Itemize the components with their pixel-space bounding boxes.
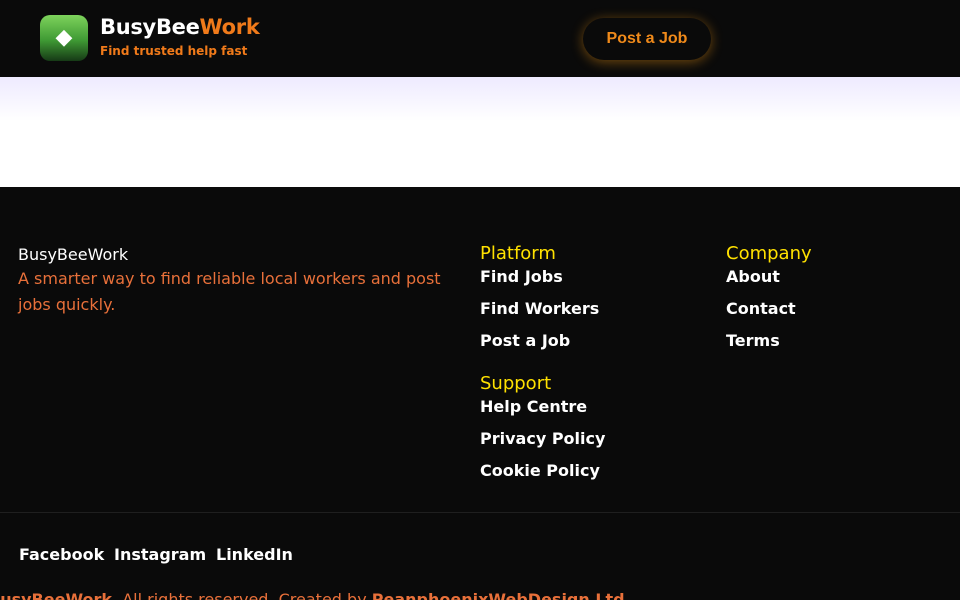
footer-heading-support: Support bbox=[480, 373, 552, 394]
footer-link-about[interactable]: About bbox=[726, 267, 780, 286]
logo[interactable]: ◆ bbox=[40, 15, 88, 61]
footer-divider bbox=[0, 512, 960, 513]
diamond-icon: ◆ bbox=[55, 25, 73, 50]
footer-link-terms[interactable]: Terms bbox=[726, 331, 780, 350]
footer-description: A smarter way to find reliable local wor… bbox=[18, 269, 441, 314]
footer-heading-platform: Platform bbox=[480, 243, 556, 264]
footer-link-contact[interactable]: Contact bbox=[726, 299, 796, 318]
top-bar: ◆ BusyBeeWork Find trusted help fast Pos… bbox=[0, 0, 960, 77]
brand-name[interactable]: BusyBeeWork bbox=[100, 15, 260, 39]
footer-link-find-jobs[interactable]: Find Jobs bbox=[480, 267, 563, 286]
footer-link-find-workers[interactable]: Find Workers bbox=[480, 299, 599, 318]
brand-name-primary: BusyBee bbox=[100, 15, 200, 39]
copyright-text: . All rights reserved. Created by bbox=[112, 590, 372, 600]
creator-link[interactable]: PeanphoenixWebDesign Ltd bbox=[372, 590, 625, 600]
footer-link-post-a-job[interactable]: Post a Job bbox=[480, 331, 570, 350]
copyright-brand: BusyBeeWork bbox=[0, 590, 113, 600]
social-link-facebook[interactable]: Facebook bbox=[19, 545, 104, 564]
hero-section bbox=[0, 77, 960, 187]
social-link-linkedin[interactable]: LinkedIn bbox=[216, 545, 293, 564]
brand-tagline: Find trusted help fast bbox=[100, 44, 248, 58]
footer-heading-company: Company bbox=[726, 243, 812, 264]
social-link-instagram[interactable]: Instagram bbox=[114, 545, 206, 564]
footer-link-help-centre[interactable]: Help Centre bbox=[480, 397, 587, 416]
footer-link-cookie-policy[interactable]: Cookie Policy bbox=[480, 461, 600, 480]
footer-brand: BusyBeeWork bbox=[18, 245, 129, 264]
copyright-line: BusyBeeWork. All rights reserved. Create… bbox=[0, 590, 960, 600]
post-job-button[interactable]: Post a Job bbox=[583, 18, 711, 60]
footer-link-privacy-policy[interactable]: Privacy Policy bbox=[480, 429, 605, 448]
brand-name-accent: Work bbox=[199, 15, 260, 39]
